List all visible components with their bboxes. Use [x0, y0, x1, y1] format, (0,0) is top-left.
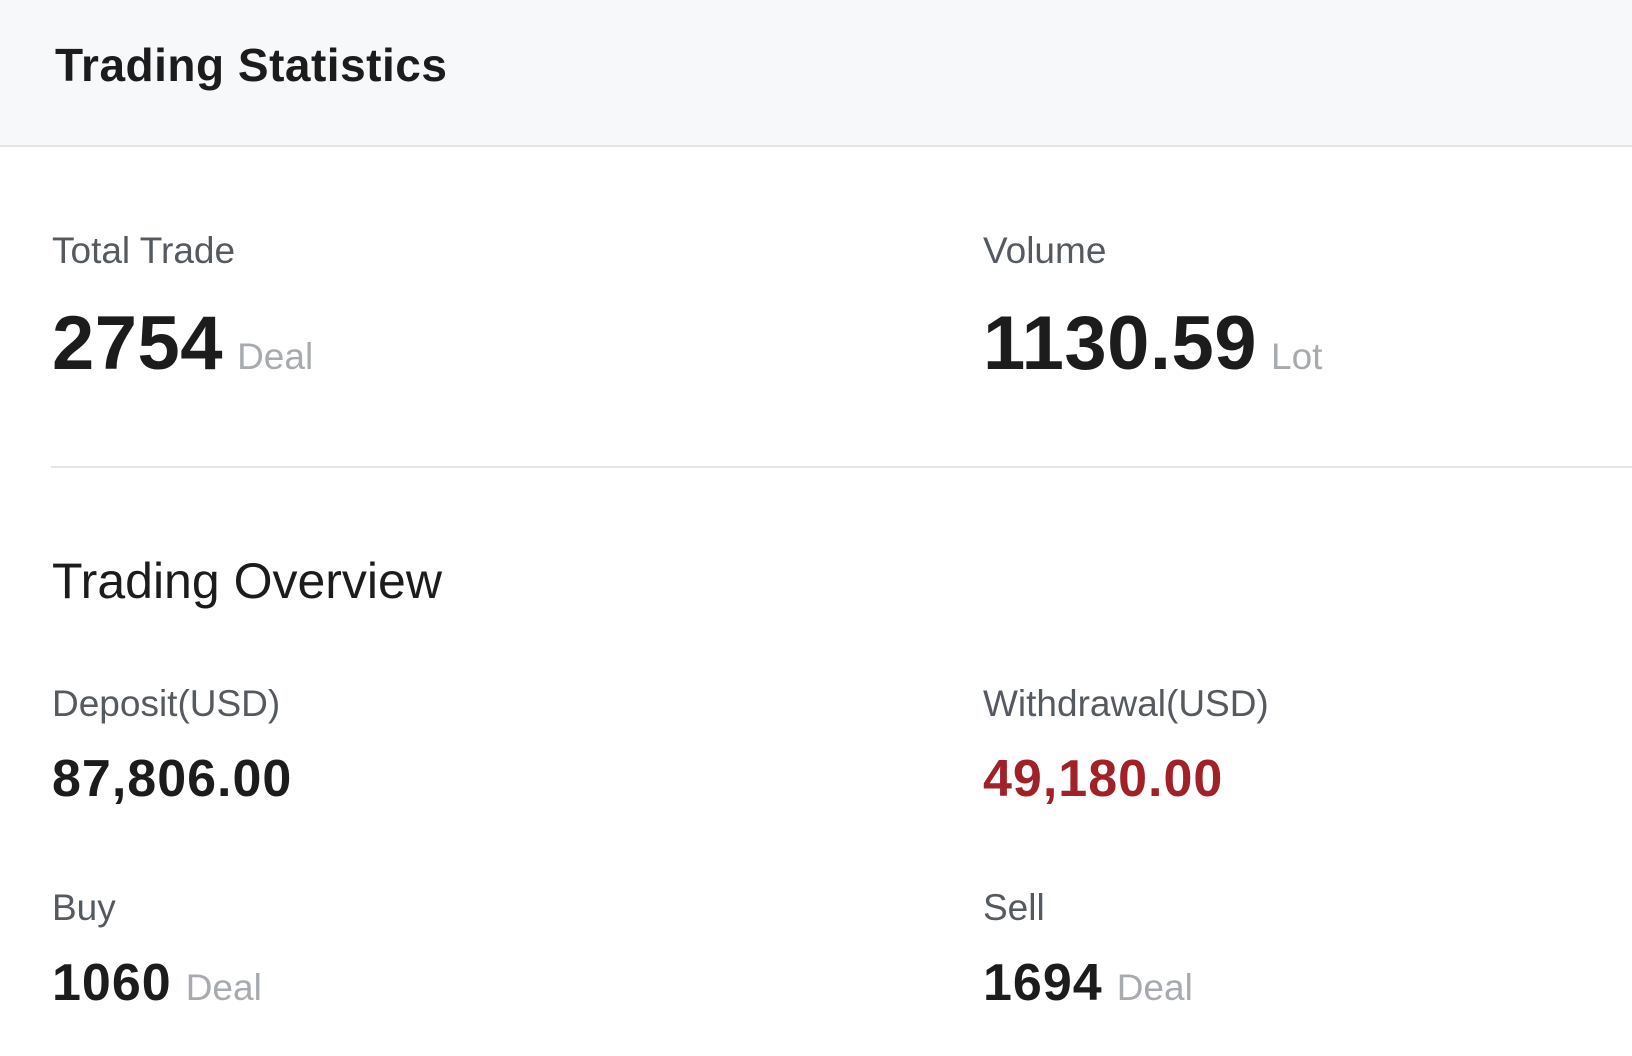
stat-value-row: 1130.59 Lot — [983, 300, 1322, 387]
stat-value: 1060 — [52, 954, 172, 1012]
stat-label: Total Trade — [52, 230, 236, 271]
stat-label: Deposit(USD) — [52, 683, 281, 724]
stat-unit: Lot — [1271, 336, 1323, 377]
stat-value: 1130.59 — [983, 301, 1258, 386]
panel-title: Trading Statistics — [55, 39, 448, 91]
stat-value: 1694 — [983, 954, 1103, 1012]
stat-unit: Deal — [1116, 967, 1193, 1008]
stat-label: Sell — [983, 887, 1045, 928]
section-divider — [51, 466, 1632, 468]
stat-unit: Deal — [237, 336, 314, 377]
panel-header: Trading Statistics — [0, 0, 1632, 147]
stat-value: 2754 — [52, 301, 224, 386]
stat-label: Volume — [983, 230, 1107, 271]
stat-value-row: 1060 Deal — [52, 953, 262, 1013]
section-title: Trading Overview — [52, 553, 442, 609]
stat-label: Buy — [52, 887, 116, 928]
stat-value-row: 49,180.00 — [983, 749, 1223, 809]
stat-value-row: 2754 Deal — [52, 300, 313, 387]
trading-statistics-panel: Trading Statistics Total Trade 2754 Deal… — [0, 0, 1632, 1056]
stat-value: 49,180.00 — [983, 750, 1224, 808]
stat-label: Withdrawal(USD) — [983, 683, 1269, 724]
stat-value-row: 87,806.00 — [52, 749, 292, 809]
stat-value: 87,806.00 — [52, 750, 293, 808]
stat-unit: Deal — [185, 967, 262, 1008]
stat-value-row: 1694 Deal — [983, 953, 1193, 1013]
